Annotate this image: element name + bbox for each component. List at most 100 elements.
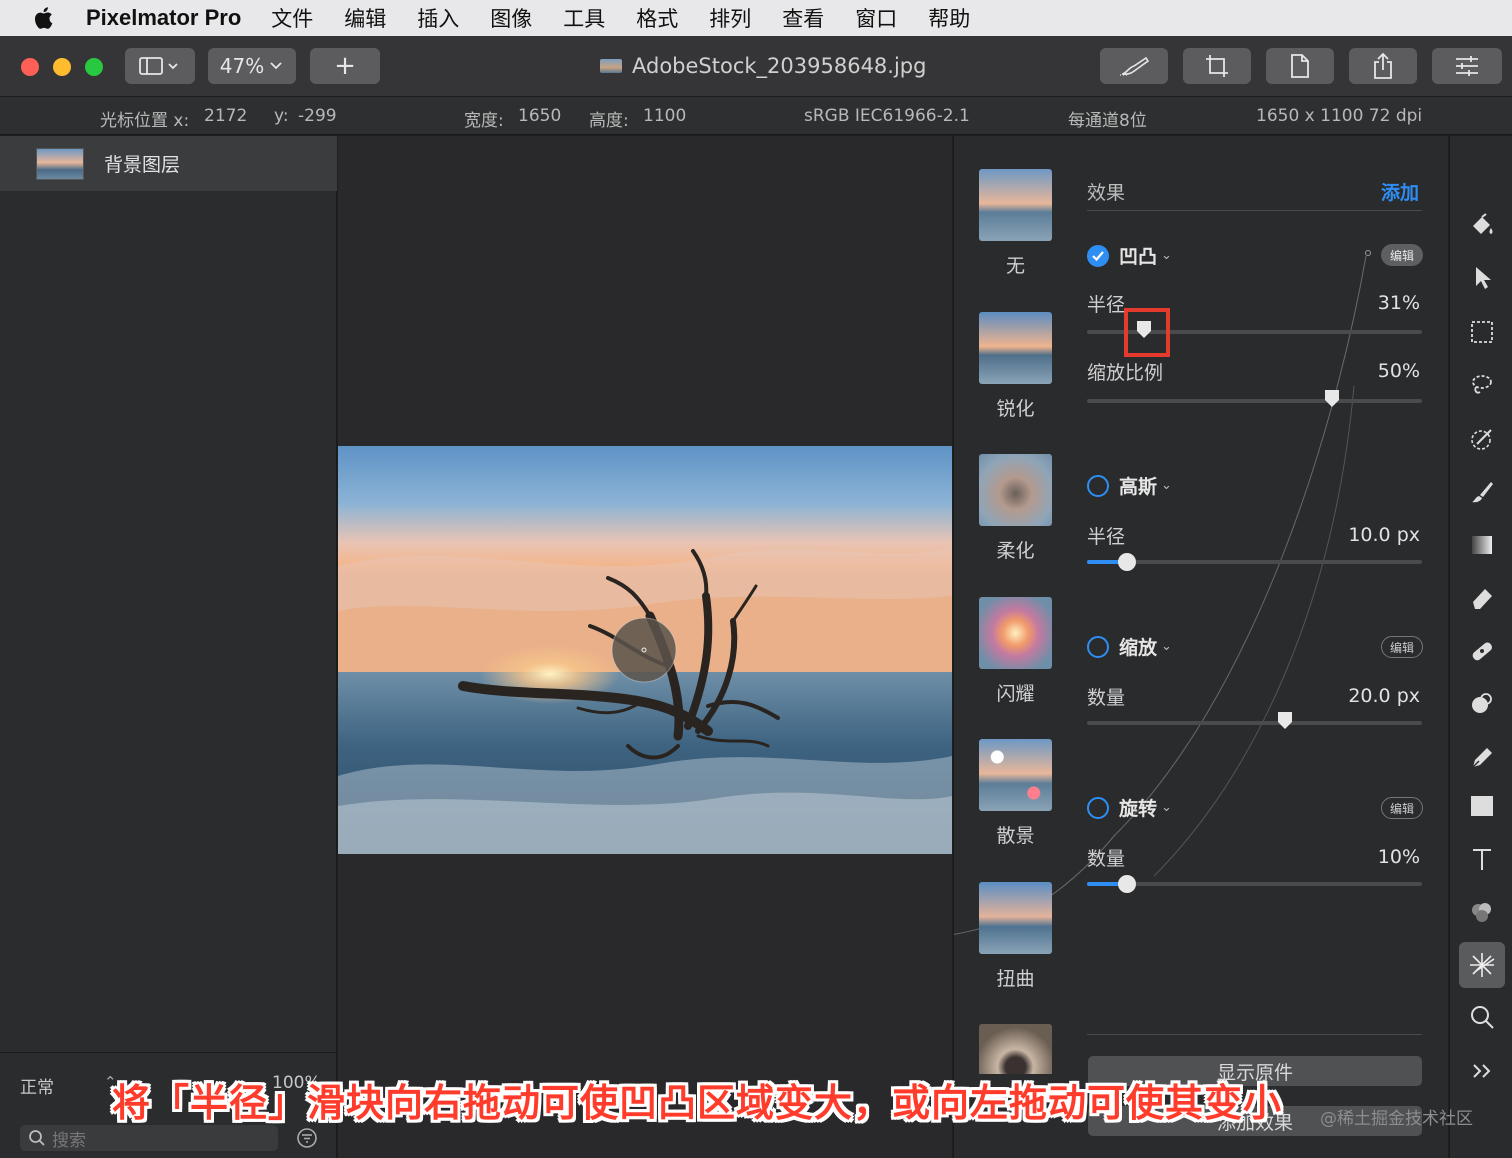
menu-format[interactable]: 格式	[636, 3, 678, 33]
scale-slider[interactable]	[1087, 390, 1422, 407]
zoom-window-button[interactable]	[85, 58, 103, 76]
repair-bandage-icon[interactable]	[1465, 634, 1499, 668]
curve-handle[interactable]	[1365, 250, 1371, 256]
effect-name: 凹凸	[1119, 246, 1158, 268]
effect-gaussian-header[interactable]: 高斯 ⌄	[1087, 472, 1172, 499]
share-button[interactable]	[1349, 48, 1417, 84]
menu-insert[interactable]: 插入	[417, 3, 459, 33]
zoom-value: 47%	[219, 54, 265, 78]
menu-view[interactable]: 查看	[782, 3, 824, 33]
edit-button[interactable]: 编辑	[1381, 797, 1423, 819]
edit-button[interactable]: 编辑	[1381, 244, 1423, 266]
preset-label: 闪耀	[996, 683, 1035, 705]
twirl-amount-slider[interactable]	[1087, 875, 1422, 893]
search-placeholder: 搜索	[52, 1130, 86, 1151]
menu-tools[interactable]: 工具	[563, 3, 605, 33]
more-tools-chevron-icon[interactable]	[1465, 1054, 1499, 1088]
zoom-magnifier-icon[interactable]	[1465, 1000, 1499, 1034]
preset-soften[interactable]: 柔化	[979, 454, 1052, 563]
effect-zoom-header[interactable]: 缩放 ⌄	[1087, 633, 1172, 660]
preset-glow[interactable]: 闪耀	[979, 597, 1052, 706]
effect-toggle[interactable]	[1087, 796, 1109, 819]
divider	[1087, 1034, 1422, 1035]
edit-button[interactable]: 编辑	[1381, 636, 1423, 658]
filter-icon[interactable]	[296, 1127, 318, 1149]
menu-arrange[interactable]: 排列	[709, 3, 751, 33]
preset-label: 散景	[996, 825, 1035, 847]
preset-thumbnail	[979, 1024, 1052, 1074]
slider-knob[interactable]	[1276, 711, 1294, 731]
magic-wand-icon[interactable]	[1465, 422, 1499, 456]
add-button[interactable]: +	[310, 48, 380, 84]
zoom-dropdown[interactable]: 47%	[208, 48, 296, 84]
effect-bump-header[interactable]: 凹凸 ⌄	[1087, 242, 1172, 269]
height-label: 高度:	[589, 111, 629, 131]
sliders-icon	[1456, 56, 1478, 76]
color-adjust-icon[interactable]	[1465, 895, 1499, 929]
gradient-icon[interactable]	[1465, 528, 1499, 562]
image-info-bar: 光标位置 x: 2172 y: -299 宽度: 1650 高度: 1100 s…	[0, 97, 1512, 135]
layer-search-field[interactable]: 搜索	[20, 1125, 278, 1151]
export-document-button[interactable]	[1266, 48, 1334, 84]
blend-mode-select[interactable]: 正常	[20, 1073, 54, 1098]
param-label: 数量	[1087, 848, 1126, 870]
image-canvas[interactable]	[338, 136, 952, 1158]
eraser-icon[interactable]	[1465, 581, 1499, 615]
preset-thumbnail	[979, 739, 1052, 811]
menu-edit[interactable]: 编辑	[344, 3, 386, 33]
layer-thumbnail	[36, 147, 84, 180]
param-label: 数量	[1087, 687, 1126, 709]
effects-header: 效果	[1087, 182, 1126, 204]
param-label: 半径	[1087, 526, 1126, 548]
lasso-icon[interactable]	[1465, 368, 1499, 402]
preset-sharpen[interactable]: 锐化	[979, 312, 1052, 421]
close-window-button[interactable]	[21, 58, 39, 76]
preset-kaleidoscope[interactable]	[979, 1024, 1052, 1074]
share-icon	[1374, 52, 1392, 79]
sidebar-toggle-button[interactable]	[125, 48, 195, 84]
effect-toggle[interactable]	[1087, 635, 1109, 658]
format-button[interactable]	[1100, 48, 1168, 84]
tutorial-caption: 将「半径」滑块向右拖动可使凹凸区域变大，或向左拖动可使其变小	[112, 1081, 1283, 1125]
paint-brush-icon[interactable]	[1465, 475, 1499, 509]
adjustments-button[interactable]	[1432, 48, 1502, 84]
param-label: 缩放比例	[1087, 362, 1164, 384]
param-value: 31%	[1377, 292, 1420, 314]
preset-distort[interactable]: 扭曲	[979, 882, 1052, 991]
crop-button[interactable]	[1183, 48, 1251, 84]
retouch-icon[interactable]	[1465, 687, 1499, 721]
shape-rectangle-icon[interactable]	[1465, 789, 1499, 823]
preset-label: 锐化	[996, 398, 1035, 420]
preset-bokeh[interactable]: 散景	[979, 739, 1052, 848]
chevron-down-icon	[270, 62, 282, 70]
menu-window[interactable]: 窗口	[855, 3, 897, 33]
pen-icon[interactable]	[1465, 741, 1499, 775]
minimize-window-button[interactable]	[53, 58, 71, 76]
gaussian-radius-slider[interactable]	[1087, 553, 1422, 571]
effects-tool-icon[interactable]	[1459, 942, 1505, 988]
effect-twirl-header[interactable]: 旋转 ⌄	[1087, 794, 1172, 821]
checkmark-icon[interactable]	[1087, 244, 1109, 267]
rectangle-select-icon[interactable]	[1465, 315, 1499, 349]
slider-knob[interactable]	[1323, 389, 1341, 409]
text-icon[interactable]	[1465, 842, 1499, 876]
effect-toggle[interactable]	[1087, 474, 1109, 497]
add-effect-link[interactable]: 添加	[1381, 178, 1419, 205]
preset-thumbnail	[979, 454, 1052, 526]
layer-row[interactable]: 背景图层	[0, 136, 337, 191]
menu-file[interactable]: 文件	[271, 3, 313, 33]
sidebar-icon	[139, 57, 178, 75]
zoom-amount-slider[interactable]	[1087, 712, 1422, 729]
cursor-x-value: 2172	[204, 106, 248, 126]
document-title: AdobeStock_203958648.jpg	[600, 54, 926, 78]
brush-stroke-icon	[1120, 56, 1150, 76]
app-name-menu[interactable]: Pixelmator Pro	[86, 5, 241, 31]
preset-none[interactable]: 无	[979, 169, 1052, 278]
apple-menu-icon[interactable]	[0, 6, 86, 30]
preset-thumbnail	[979, 882, 1052, 954]
paint-bucket-icon[interactable]	[1465, 208, 1499, 242]
arrange-pointer-icon[interactable]	[1465, 261, 1499, 295]
menu-image[interactable]: 图像	[490, 3, 532, 33]
menu-help[interactable]: 帮助	[928, 3, 970, 33]
divider	[1087, 210, 1422, 211]
